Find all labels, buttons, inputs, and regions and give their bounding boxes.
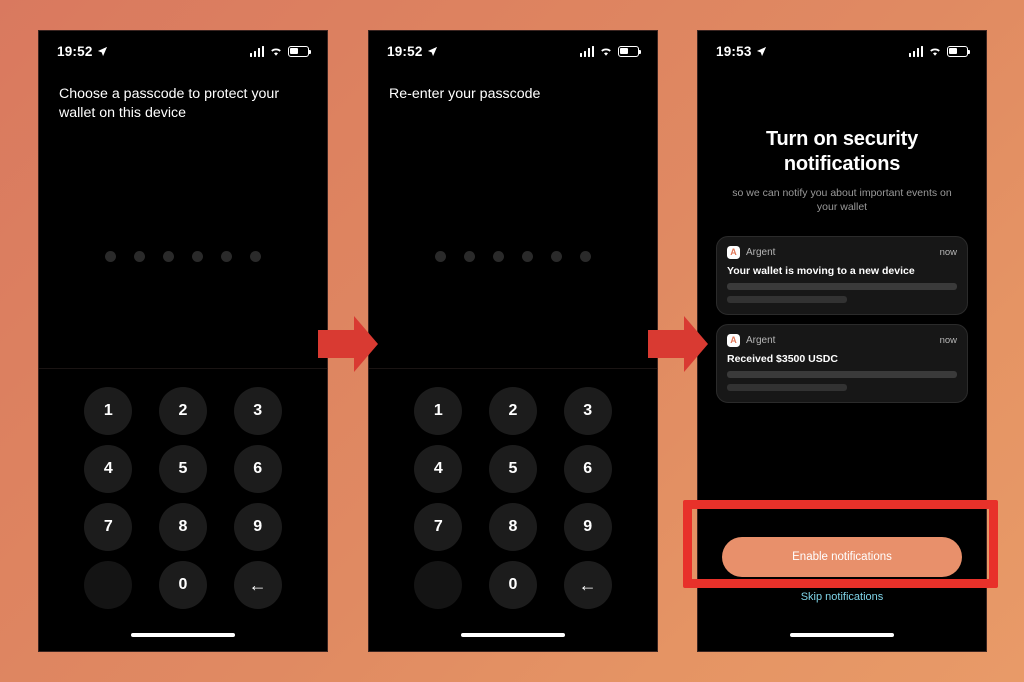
passcode-dot bbox=[221, 251, 232, 262]
passcode-dots bbox=[369, 251, 657, 262]
status-bar-right bbox=[249, 45, 312, 57]
keypad-key-1[interactable]: 1 bbox=[414, 387, 463, 435]
flow-arrow-1-icon bbox=[318, 316, 378, 372]
notification-timestamp: now bbox=[939, 247, 957, 258]
keypad-backspace-icon[interactable]: ← bbox=[563, 561, 612, 609]
numeric-keypad: 1 2 3 4 5 6 7 8 9 0 ← bbox=[369, 368, 657, 609]
status-bar-left: 19:52 bbox=[387, 44, 438, 59]
page-title: Turn on security notifications bbox=[765, 128, 918, 175]
keypad-key-blank bbox=[84, 561, 133, 609]
status-bar-time: 19:52 bbox=[57, 43, 93, 59]
notification-placeholder-bar bbox=[727, 296, 847, 303]
wifi-icon bbox=[601, 48, 611, 56]
battery-icon bbox=[618, 45, 642, 57]
passcode-dot bbox=[493, 251, 504, 262]
keypad-key-blank bbox=[414, 561, 463, 609]
keypad-key-2[interactable]: 2 bbox=[488, 387, 537, 435]
passcode-dot bbox=[163, 251, 174, 262]
cellular-signal-icon bbox=[249, 45, 264, 57]
location-arrow-icon bbox=[97, 46, 107, 56]
keypad-key-9[interactable]: 9 bbox=[233, 503, 282, 551]
notification-title: Received $3500 USDC bbox=[727, 353, 838, 365]
keypad-key-4[interactable]: 4 bbox=[84, 445, 133, 493]
numeric-keypad: 1 2 3 4 5 6 7 8 9 0 ← bbox=[39, 368, 327, 609]
home-indicator bbox=[790, 632, 894, 637]
status-bar-time: 19:52 bbox=[387, 43, 423, 59]
keypad-key-6[interactable]: 6 bbox=[563, 445, 612, 493]
keypad-key-2[interactable]: 2 bbox=[158, 387, 207, 435]
keypad-key-6[interactable]: 6 bbox=[233, 445, 282, 493]
keypad-key-3[interactable]: 3 bbox=[563, 387, 612, 435]
notification-preview-list: A Argent now Your wallet is moving to a … bbox=[698, 214, 986, 403]
passcode-dot bbox=[435, 251, 446, 262]
passcode-prompt: Re-enter your passcode bbox=[389, 86, 541, 102]
keypad-key-9[interactable]: 9 bbox=[563, 503, 612, 551]
passcode-dot bbox=[580, 251, 591, 262]
status-bar-right bbox=[579, 45, 642, 57]
passcode-dot bbox=[134, 251, 145, 262]
keypad-key-4[interactable]: 4 bbox=[414, 445, 463, 493]
keypad-key-8[interactable]: 8 bbox=[158, 503, 207, 551]
wifi-icon bbox=[930, 48, 940, 56]
passcode-dot bbox=[105, 251, 116, 262]
keypad-key-1[interactable]: 1 bbox=[84, 387, 133, 435]
keypad-key-5[interactable]: 5 bbox=[488, 445, 537, 493]
status-bar: 19:53 bbox=[698, 31, 986, 65]
status-bar: 19:52 bbox=[39, 31, 327, 65]
keypad-key-8[interactable]: 8 bbox=[488, 503, 537, 551]
status-bar-right bbox=[908, 45, 971, 57]
notification-timestamp: now bbox=[939, 335, 957, 346]
keypad-key-5[interactable]: 5 bbox=[158, 445, 207, 493]
argent-app-icon: A bbox=[727, 246, 740, 259]
keypad-key-7[interactable]: 7 bbox=[414, 503, 463, 551]
home-indicator bbox=[131, 632, 235, 637]
notification-placeholder-bar bbox=[727, 371, 957, 378]
home-indicator bbox=[461, 632, 565, 637]
battery-icon bbox=[288, 45, 312, 57]
battery-icon bbox=[947, 45, 971, 57]
status-bar-left: 19:52 bbox=[57, 44, 108, 59]
notification-header: A Argent now bbox=[727, 246, 957, 259]
argent-app-icon: A bbox=[727, 334, 740, 347]
phone-screen-choose-passcode: 19:52 Choose a passcode to protect your … bbox=[38, 30, 328, 652]
passcode-dot bbox=[192, 251, 203, 262]
flow-arrow-2-icon bbox=[648, 316, 708, 372]
keypad-key-7[interactable]: 7 bbox=[84, 503, 133, 551]
location-arrow-icon bbox=[427, 46, 437, 56]
keypad-key-0[interactable]: 0 bbox=[488, 561, 537, 609]
keypad-key-0[interactable]: 0 bbox=[158, 561, 207, 609]
notification-app-name: Argent bbox=[746, 247, 776, 258]
enable-notifications-button[interactable]: Enable notifications bbox=[722, 537, 962, 577]
notification-header: A Argent now bbox=[727, 334, 957, 347]
passcode-dots bbox=[39, 251, 327, 262]
passcode-dot bbox=[522, 251, 533, 262]
passcode-prompt: Choose a passcode to protect your wallet… bbox=[59, 86, 280, 121]
passcode-dot bbox=[250, 251, 261, 262]
passcode-dot bbox=[464, 251, 475, 262]
cellular-signal-icon bbox=[579, 45, 594, 57]
notification-placeholder-bar bbox=[727, 283, 957, 290]
skip-notifications-link[interactable]: Skip notifications bbox=[698, 591, 986, 603]
cellular-signal-icon bbox=[908, 45, 923, 57]
notification-card: A Argent now Received $3500 USDC bbox=[716, 324, 968, 403]
keypad-backspace-icon[interactable]: ← bbox=[233, 561, 282, 609]
page-subtitle: so we can notify you about important eve… bbox=[732, 187, 952, 213]
phone-screen-reenter-passcode: 19:52 Re-enter your passcode 1 2 3 4 5 6… bbox=[368, 30, 658, 652]
passcode-dot bbox=[551, 251, 562, 262]
location-arrow-icon bbox=[756, 46, 766, 56]
notification-placeholder-bar bbox=[727, 384, 847, 391]
notification-title: Your wallet is moving to a new device bbox=[727, 265, 915, 277]
cta-container: Enable notifications bbox=[698, 537, 986, 577]
notification-card: A Argent now Your wallet is moving to a … bbox=[716, 236, 968, 315]
status-bar: 19:52 bbox=[369, 31, 657, 65]
status-bar-time: 19:53 bbox=[716, 43, 752, 59]
phone-screen-security-notifications: 19:53 Turn on security notifications so … bbox=[697, 30, 987, 652]
wifi-icon bbox=[271, 48, 281, 56]
keypad-key-3[interactable]: 3 bbox=[233, 387, 282, 435]
notification-app-name: Argent bbox=[746, 335, 776, 346]
status-bar-left: 19:53 bbox=[716, 44, 767, 59]
